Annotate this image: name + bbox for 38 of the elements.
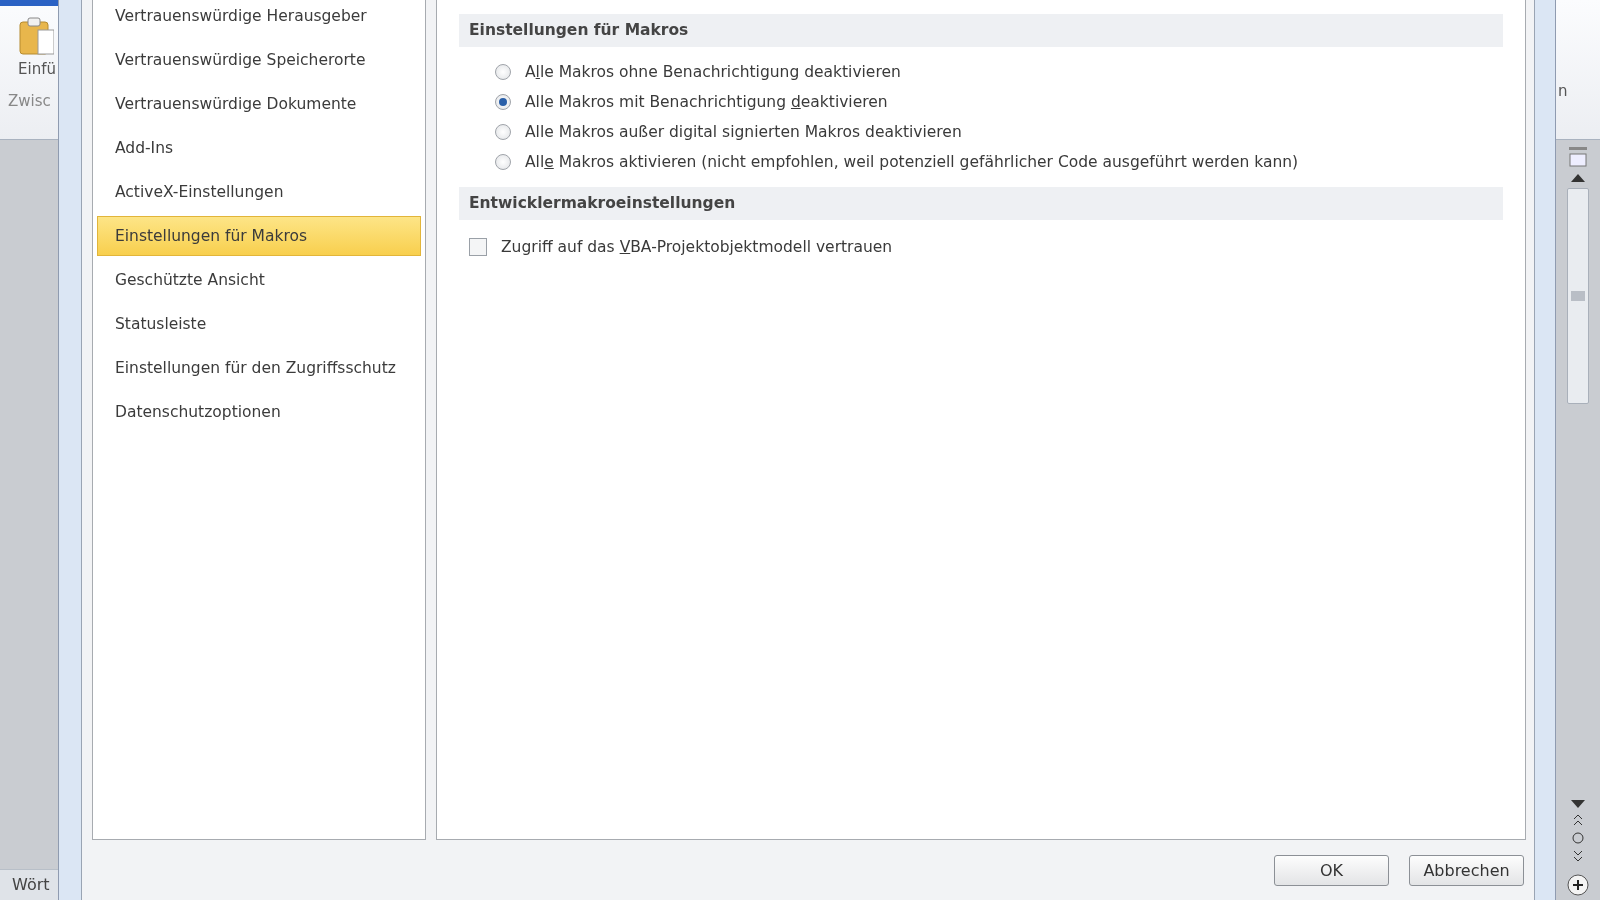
nav-item[interactable]: Vertrauenswürdige Dokumente [97,84,421,124]
next-page-icon[interactable] [1573,850,1583,862]
nav-item[interactable]: Vertrauenswürdige Speicherorte [97,40,421,80]
option-label: Alle Makros außer digital signierten Makros deaktivieren [525,123,962,141]
scroll-down-icon[interactable] [1571,800,1585,808]
scrollbar-track[interactable] [1567,188,1589,404]
nav-item[interactable]: Geschützte Ansicht [97,260,421,300]
nav-item[interactable]: Statusleiste [97,304,421,344]
option-label: Alle Makros mit Benachrichtigung deaktivieren [525,93,888,111]
nav-item[interactable]: ActiveX-Einstellungen [97,172,421,212]
ribbon-label: n [1558,82,1568,100]
nav-item[interactable]: Datenschutzoptionen [97,392,421,432]
nav-item[interactable]: Add-Ins [97,128,421,168]
radio-button[interactable] [495,64,511,80]
dialog-button[interactable]: Abbrechen [1409,854,1524,886]
split-icon[interactable] [1568,146,1588,168]
scrollbar-thumb[interactable] [1571,291,1585,301]
section-header: Einstellungen für Makros [459,14,1503,47]
checkbox[interactable] [469,238,487,256]
option-label: Zugriff auf das VBA-Projektobjektmodell vertrauen [501,238,893,256]
radio-button[interactable] [495,94,511,110]
browse-object-icon[interactable] [1572,832,1584,844]
ribbon-button-label[interactable]: Einfü [18,60,56,78]
option-label: Alle Makros aktivieren (nicht empfohlen, weil potenziell gefährlicher Code ausgeführt werden kann) [525,153,1299,171]
nav-item[interactable]: Einstellungen für Makros [97,216,421,256]
previous-page-icon[interactable] [1573,814,1583,826]
radio-button[interactable] [495,154,511,170]
ribbon-group-label: Zwisc [8,92,51,110]
scroll-up-icon[interactable] [1571,174,1585,182]
radio-button[interactable] [495,124,511,140]
zoom-in-icon[interactable] [1567,874,1589,896]
nav-item[interactable]: Vertrauenswürdige Herausgeber [97,0,421,36]
clipboard-icon [18,16,54,56]
option-label: Alle Makros ohne Benachrichtigung deaktivieren [525,63,901,81]
nav-item[interactable]: Einstellungen für den Zugriffsschutz [97,348,421,388]
section-header: Entwicklermakroeinstellungen [459,187,1503,220]
dialog-button[interactable]: OK [1274,854,1389,886]
status-bar-text: Wört [0,869,58,900]
